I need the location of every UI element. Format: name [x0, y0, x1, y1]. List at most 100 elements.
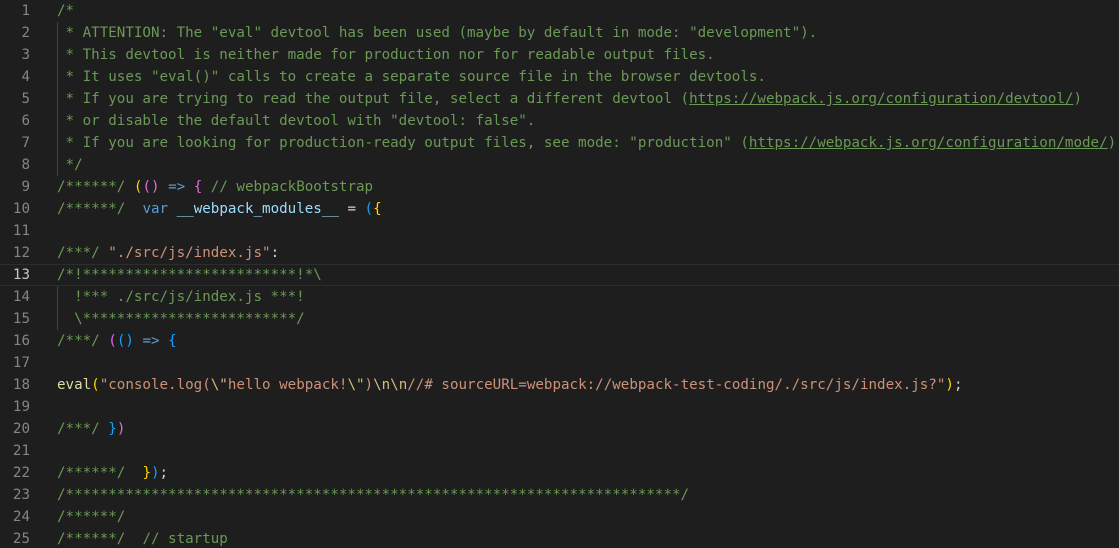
line-code[interactable]: /***/ }) — [57, 418, 125, 440]
code-line[interactable]: 18 eval("console.log(\"hello webpack!\")\… — [0, 374, 1119, 396]
code-token: } — [108, 421, 117, 437]
line-code[interactable]: /***/ "./src/js/index.js": — [57, 242, 279, 264]
code-line[interactable]: 16 /***/ (() => { — [0, 330, 1119, 352]
line-number: 5 — [21, 91, 30, 107]
code-token: ; — [159, 465, 169, 481]
code-line[interactable]: 9 /******/ (() => { // webpackBootstrap — [0, 176, 1119, 198]
line-number: 20 — [12, 421, 30, 437]
line-code[interactable]: /******/ // startup — [57, 528, 228, 548]
code-line[interactable]: 6 * or disable the default devtool with … — [0, 110, 1119, 132]
line-code[interactable]: * ATTENTION: The "eval" devtool has been… — [57, 22, 818, 44]
code-token: hello webpack! — [227, 377, 348, 393]
line-code[interactable]: * It uses "eval()" calls to create a sep… — [57, 66, 766, 88]
code-link[interactable]: https://webpack.js.org/configuration/mod… — [749, 135, 1108, 151]
code-token: = — [338, 201, 365, 217]
code-line[interactable]: 12 /***/ "./src/js/index.js": — [0, 242, 1119, 264]
code-token: () — [116, 333, 134, 349]
code-line[interactable]: 2 * ATTENTION: The "eval" devtool has be… — [0, 22, 1119, 44]
code-token: * If you are trying to read the output f… — [57, 91, 690, 107]
line-code[interactable]: * This devtool is neither made for produ… — [57, 44, 715, 66]
code-token: { — [373, 201, 382, 217]
line-number: 1 — [21, 3, 30, 19]
line-code[interactable]: * If you are looking for production-read… — [57, 132, 1119, 154]
code-token: /******/ — [57, 179, 126, 195]
code-token: * If you are looking for production-read… — [57, 135, 749, 151]
line-number: 24 — [12, 509, 30, 525]
code-line[interactable]: 3 * This devtool is neither made for pro… — [0, 44, 1119, 66]
code-line[interactable]: 4 * It uses "eval()" calls to create a s… — [0, 66, 1119, 88]
code-token: { — [193, 179, 203, 195]
code-token: ). — [1107, 135, 1119, 151]
code-line[interactable]: 20 /***/ }) — [0, 418, 1119, 440]
code-token: "console.log( — [99, 377, 211, 393]
code-line[interactable]: 5 * If you are trying to read the output… — [0, 88, 1119, 110]
code-lines[interactable]: 1 /* 2 * ATTENTION: The "eval" devtool has… — [0, 0, 1119, 548]
code-line[interactable]: 11 — [0, 220, 1119, 242]
code-token: ) — [945, 377, 954, 393]
line-code[interactable]: * If you are trying to read the output f… — [57, 88, 1082, 110]
code-token: => — [142, 333, 160, 349]
code-line[interactable]: 17 — [0, 352, 1119, 374]
code-token: ( — [364, 201, 374, 217]
code-token: \" — [347, 377, 365, 393]
line-number: 4 — [21, 69, 30, 85]
line-code[interactable]: * or disable the default devtool with "d… — [57, 110, 536, 132]
code-link[interactable]: https://webpack.js.org/configuration/dev… — [689, 91, 1073, 107]
line-number: 19 — [12, 399, 30, 415]
line-number: 6 — [21, 113, 30, 129]
code-token: // webpackBootstrap — [202, 179, 374, 195]
line-number: 7 — [21, 135, 30, 151]
code-line[interactable]: 14 !*** ./src/js/index.js ***! — [0, 286, 1119, 308]
line-code[interactable]: /* — [57, 0, 74, 22]
code-line[interactable]: 15 \*************************/ — [0, 308, 1119, 330]
code-token: \n\n — [373, 377, 408, 393]
line-number: 22 — [12, 465, 30, 481]
code-token: __webpack_modules__ — [176, 201, 339, 217]
code-token: /***************************************… — [57, 487, 690, 503]
code-line[interactable]: 10 /******/ var __webpack_modules__ = ({ — [0, 198, 1119, 220]
code-token: ; — [953, 377, 963, 393]
line-code[interactable]: !*** ./src/js/index.js ***! — [57, 286, 305, 308]
code-token: /***/ — [57, 245, 100, 261]
code-token: /******/ — [57, 509, 126, 525]
code-token: ) — [116, 421, 126, 437]
line-number: 14 — [12, 289, 30, 305]
line-code[interactable]: /******/ }); — [57, 462, 168, 484]
code-token: /*!*************************!*\ — [57, 267, 322, 283]
code-line[interactable]: 8 */ — [0, 154, 1119, 176]
line-number: 2 — [21, 25, 30, 41]
code-line-current[interactable]: 13 /*!*************************!*\ — [0, 264, 1119, 286]
code-line[interactable]: 7 * If you are looking for production-re… — [0, 132, 1119, 154]
line-code[interactable]: /******/ (() => { // webpackBootstrap — [57, 176, 373, 198]
code-line[interactable]: 19 — [0, 396, 1119, 418]
code-token: /******/ — [57, 531, 126, 547]
line-number: 16 — [12, 333, 30, 349]
code-line[interactable]: 1 /* — [0, 0, 1119, 22]
line-number: 10 — [12, 201, 30, 217]
line-code[interactable]: */ — [57, 154, 83, 176]
line-code[interactable]: /******/ var __webpack_modules__ = ({ — [57, 198, 382, 220]
line-number: 9 — [21, 179, 30, 195]
code-token: var — [142, 201, 169, 217]
line-code[interactable]: /***************************************… — [57, 484, 689, 506]
line-code[interactable]: /***/ (() => { — [57, 330, 177, 352]
line-code[interactable]: /******/ — [57, 506, 125, 528]
line-number: 15 — [12, 311, 30, 327]
line-code[interactable]: /*!*************************!*\ — [57, 264, 322, 286]
code-line[interactable]: 22 /******/ }); — [0, 462, 1119, 484]
code-editor[interactable]: 1 /* 2 * ATTENTION: The "eval" devtool has… — [0, 0, 1119, 548]
code-line[interactable]: 23 /*************************************… — [0, 484, 1119, 506]
code-token: { — [168, 333, 177, 349]
code-line[interactable]: 24 /******/ — [0, 506, 1119, 528]
line-code[interactable]: \*************************/ — [57, 308, 305, 330]
line-code[interactable]: eval("console.log(\"hello webpack!\")\n\… — [57, 374, 962, 396]
code-line[interactable]: 21 — [0, 440, 1119, 462]
code-line[interactable]: 25 /******/ // startup — [0, 528, 1119, 548]
indent-guide — [57, 22, 58, 176]
code-token: ( — [108, 333, 117, 349]
